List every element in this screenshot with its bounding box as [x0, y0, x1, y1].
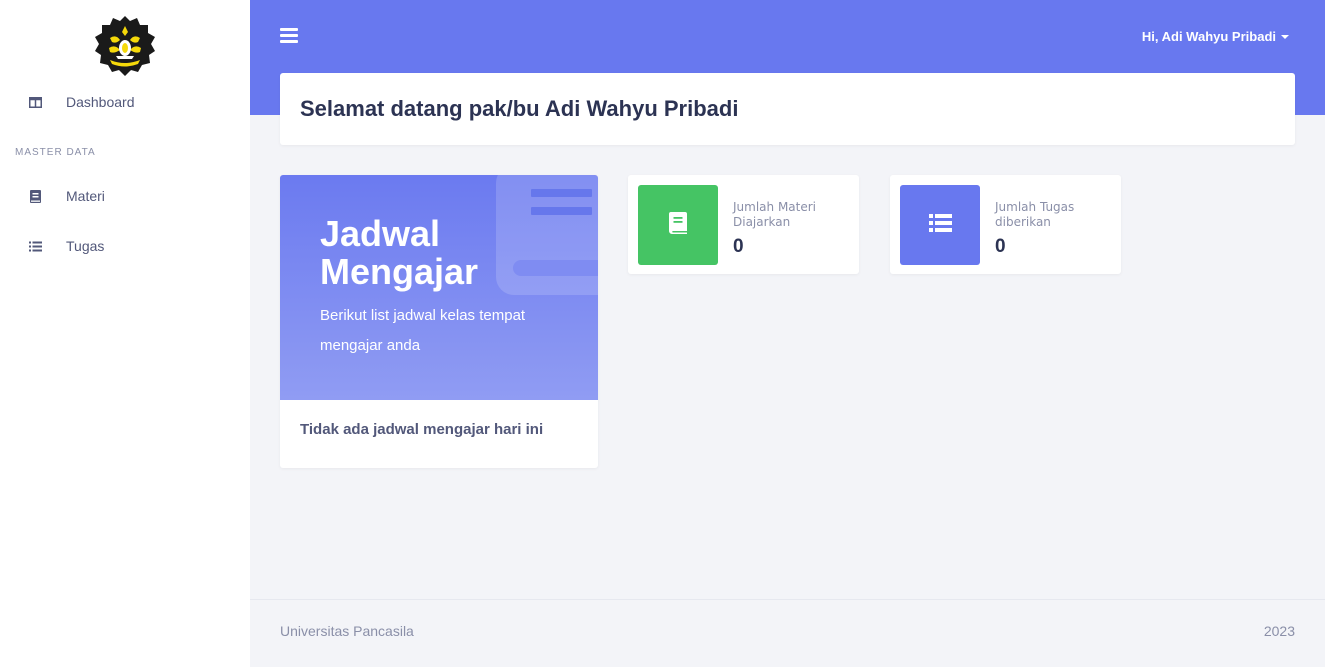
page-title: Selamat datang pak/bu Adi Wahyu Pribadi [300, 96, 739, 121]
footer-organization: Universitas Pancasila [280, 623, 414, 639]
university-logo[interactable] [92, 14, 158, 80]
book-icon [28, 189, 42, 203]
list-icon [28, 239, 42, 253]
schedule-card: Jadwal Mengajar Berikut list jadwal kela… [280, 175, 598, 468]
columns-icon [28, 95, 42, 109]
stat-label: Jumlah Tugas diberikan [995, 200, 1075, 229]
list-icon [928, 213, 952, 237]
footer-year: 2023 [1263, 623, 1295, 639]
sidebar-item-tugas[interactable]: Tugas [0, 228, 250, 264]
welcome-card: Selamat datang pak/bu Adi Wahyu Pribadi [280, 73, 1295, 145]
sidebar: Dashboard MASTER DATA Materi Tugas [0, 0, 250, 667]
schedule-title: Jadwal Mengajar [320, 213, 479, 292]
decorative-bar [531, 189, 592, 197]
stat-label: Jumlah Materi Diajarkan [733, 200, 817, 229]
sidebar-item-label: Tugas [66, 238, 105, 254]
menu-toggle-icon[interactable] [280, 28, 298, 43]
caret-down-icon [1281, 34, 1289, 39]
sidebar-item-label: Materi [66, 188, 105, 204]
stat-card-materi[interactable]: Jumlah Materi Diajarkan 0 [628, 175, 859, 274]
decorative-bar [531, 207, 592, 215]
user-greeting: Hi, Adi Wahyu Pribadi [1141, 29, 1276, 44]
stat-card-tugas[interactable]: Jumlah Tugas diberikan 0 [890, 175, 1121, 274]
stat-value: 0 [995, 236, 1006, 257]
sidebar-item-label: Dashboard [66, 94, 135, 110]
footer: Universitas Pancasila 2023 [250, 599, 1325, 667]
book-icon [669, 211, 687, 239]
sidebar-item-dashboard[interactable]: Dashboard [0, 84, 250, 120]
sidebar-section-heading: MASTER DATA [15, 147, 96, 158]
schedule-hero: Jadwal Mengajar Berikut list jadwal kela… [280, 175, 598, 400]
user-menu-dropdown[interactable]: Hi, Adi Wahyu Pribadi [1142, 29, 1289, 44]
schedule-empty-message: Tidak ada jadwal mengajar hari ini [300, 421, 544, 438]
stat-icon-box [638, 185, 718, 265]
sidebar-item-materi[interactable]: Materi [0, 178, 250, 214]
stat-icon-box [900, 185, 980, 265]
schedule-subtitle: Berikut list jadwal kelas tempat mengaja… [320, 307, 526, 354]
stat-value: 0 [733, 236, 744, 257]
